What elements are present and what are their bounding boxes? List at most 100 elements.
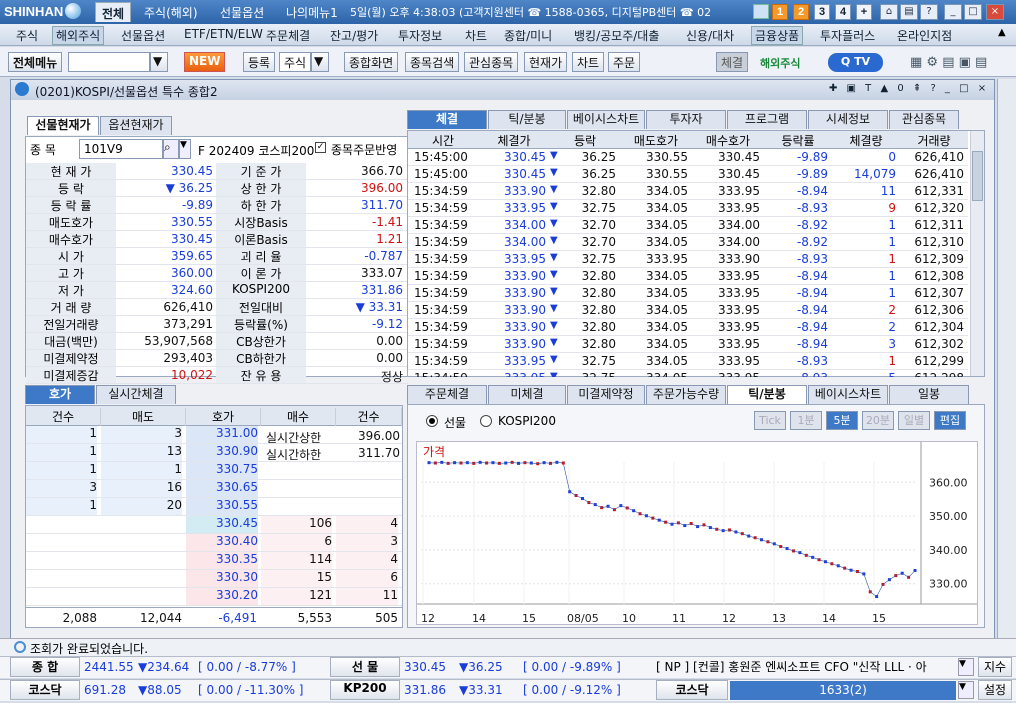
tab-chart-5[interactable]: 베이시스차트 [808, 385, 888, 404]
bid-row[interactable]: 330.45 106 4 [26, 516, 402, 534]
trade-row[interactable]: 15:34:59 333.95 32.75 ▼ 334.05 333.95 -8.93 9 61… [408, 200, 968, 217]
period-button-3[interactable]: 20분 [862, 411, 894, 430]
period-button-4[interactable]: 일별 [898, 411, 930, 430]
trade-row[interactable]: 15:34:59 333.95 32.75▼ 334.05 333.95 -8.93 5 61… [408, 370, 968, 377]
tab-futures-current[interactable]: 선물현재가 [27, 116, 99, 135]
screen-1-button[interactable]: 1 [772, 4, 788, 20]
menu-collapse-icon[interactable]: ▲ [998, 27, 1006, 38]
bid-row[interactable]: 330.35 114 4 [26, 552, 402, 570]
fill-button[interactable]: 체결 [716, 52, 749, 72]
settings-button[interactable]: 설정 [978, 680, 1012, 700]
integrated-screen-button[interactable]: 종합화면 [344, 52, 399, 72]
menu-futures-options[interactable]: 선물옵션 [121, 27, 165, 44]
index-button[interactable]: 지수 [978, 657, 1012, 677]
trade-row[interactable]: 15:34:59 333.90 32.80 ▼ 334.05 333.95 -8.94 3 61… [408, 336, 968, 353]
tab-right-4[interactable]: 프로그램 [727, 110, 807, 129]
menu-etf[interactable]: ETF/ETN/ELW [184, 27, 263, 41]
tab-chart-4[interactable]: 틱/분봉 [727, 385, 807, 404]
trade-row[interactable]: 15:45:00 330.45 36.25 ▼ 330.55 330.45 -9.89 0 62… [408, 149, 968, 166]
order-reflect-checkbox[interactable]: ✓ [315, 142, 326, 153]
search-icon[interactable]: ⌕ [163, 139, 179, 159]
tool-icons[interactable]: ▦ ⚙ ▤ ▣ ▤ [910, 55, 987, 70]
maximize-icon[interactable]: □ [964, 4, 982, 20]
tab-chart-1[interactable]: 미체결 [488, 385, 566, 404]
trade-row[interactable]: 15:34:59 333.90 32.80 ▼ 334.05 333.95 -8.94 2 61… [408, 302, 968, 319]
trade-row[interactable]: 15:34:59 333.95 32.75 ▼ 333.95 333.90 -8.93 1 61… [408, 251, 968, 268]
trade-row[interactable]: 15:34:59 333.90 32.80 ▼ 334.05 333.95 -8.94 1 61… [408, 268, 968, 285]
stock-dropdown-icon[interactable]: ▼ [311, 52, 329, 72]
stock-search-button[interactable]: 종목검색 [405, 52, 460, 72]
tab-right-3[interactable]: 투자자 [646, 110, 726, 129]
menu-overseas-stock[interactable]: 해외주식 [52, 26, 105, 45]
screen-2-button[interactable]: 2 [793, 4, 809, 20]
ticker-kp200-label[interactable]: KP200 [330, 680, 400, 700]
order-button[interactable]: 주문 [608, 52, 641, 72]
ticker-composite-label[interactable]: 종 합 [10, 657, 80, 677]
period-button-5[interactable]: 편집 [934, 411, 966, 430]
outer-scrollbar[interactable] [997, 79, 1016, 639]
tab-right-1[interactable]: 틱/분봉 [488, 110, 566, 129]
screen-4-button[interactable]: 4 [835, 4, 851, 20]
ask-row[interactable]: 3 16 330.65 [26, 480, 402, 498]
menu-financial-products[interactable]: 금융상품 [751, 26, 804, 45]
tab-futures-options[interactable]: 선물옵션 [214, 2, 270, 22]
tab-chart-3[interactable]: 주문가능수량 [646, 385, 726, 404]
ask-row[interactable]: 1 13 330.90 [26, 444, 402, 462]
ask-price[interactable]: 330.65 [186, 480, 258, 497]
menu-invest-plus[interactable]: 투자플러스 [820, 27, 875, 44]
ticker-futures-label[interactable]: 선 물 [330, 657, 400, 677]
trade-row[interactable]: 15:45:00 330.45 36.25 ▼ 330.55 330.45 -9.89 14,… [408, 166, 968, 183]
ask-price[interactable]: 330.90 [186, 444, 258, 461]
period-button-0[interactable]: Tick [754, 411, 786, 430]
close-icon[interactable]: × [986, 4, 1004, 20]
monitor-icon[interactable] [753, 4, 769, 19]
kospi200-radio[interactable] [480, 415, 492, 427]
tab-chart-2[interactable]: 미결제약정 [567, 385, 645, 404]
tab-orderbook[interactable]: 호가 [25, 385, 95, 404]
menu-invest-info[interactable]: 투자정보 [398, 27, 442, 44]
menu-chart[interactable]: 차트 [465, 27, 487, 44]
menu-stock[interactable]: 주식 [16, 27, 38, 44]
ticker-kosdaq2-label[interactable]: 코스닥 [656, 680, 728, 700]
menu-balance[interactable]: 잔고/평가 [330, 27, 378, 44]
trade-row[interactable]: 15:34:59 333.90 32.80 ▼ 334.05 333.95 -8.94 2 61… [408, 319, 968, 336]
screen-add-button[interactable]: + [856, 4, 872, 20]
ask-row[interactable]: 1 3 331.00 [26, 426, 402, 444]
code-input[interactable]: 101V9 [79, 139, 163, 159]
bid-row[interactable]: 330.20 121 11 [26, 588, 402, 606]
bid-row[interactable]: 330.40 6 3 [26, 534, 402, 552]
print-icon[interactable]: ▤ [900, 4, 918, 20]
bid-price[interactable]: 330.45 [186, 516, 258, 533]
ask-row[interactable]: 1 1 330.75 [26, 462, 402, 480]
tab-stock-overseas[interactable]: 주식(해외) [138, 2, 204, 22]
bid-price[interactable]: 330.20 [186, 588, 258, 605]
overseas-stock-link[interactable]: 해외주식 [760, 55, 800, 71]
tv-icon[interactable]: Q TV [828, 53, 883, 72]
tab-my-menu[interactable]: 나의메뉴1 [280, 2, 344, 22]
menu-banking[interactable]: 뱅킹/공모주/대출 [574, 27, 659, 44]
tab-options-current[interactable]: 옵션현재가 [100, 116, 172, 135]
trades-scrollbar[interactable] [970, 131, 984, 376]
menu-search-input[interactable] [68, 52, 150, 72]
current-price-button[interactable]: 현재가 [524, 52, 568, 72]
tab-chart-6[interactable]: 일봉 [889, 385, 969, 404]
bid-row[interactable]: 330.30 15 6 [26, 570, 402, 588]
bid-price[interactable]: 330.40 [186, 534, 258, 551]
tab-right-2[interactable]: 베이시스차트 [567, 110, 645, 129]
tab-chart-0[interactable]: 주문체결 [407, 385, 487, 404]
tab-all[interactable]: 전체 [95, 2, 132, 22]
tab-right-0[interactable]: 체결 [407, 110, 487, 129]
bid-price[interactable]: 330.30 [186, 570, 258, 587]
trade-row[interactable]: 15:34:59 333.90 32.80 ▼ 334.05 333.95 -8.94 1 61… [408, 285, 968, 302]
trade-row[interactable]: 15:34:59 334.00 32.70 ▼ 334.05 334.00 -8.92 1 61… [408, 217, 968, 234]
menu-summary[interactable]: 종합/미니 [504, 27, 552, 44]
chart-button[interactable]: 차트 [572, 52, 605, 72]
ticker2-dropdown-icon[interactable]: ▼ [958, 681, 974, 699]
news-ticker[interactable]: [ NP ] [컨콜] 홍원준 엔씨소프트 CFO "신작 LLL · 아 [656, 657, 956, 678]
period-button-2[interactable]: 5분 [826, 411, 858, 430]
news-dropdown-icon[interactable]: ▼ [958, 658, 974, 676]
ask-row[interactable]: 1 20 330.55 [26, 498, 402, 516]
tab-right-5[interactable]: 시세정보 [808, 110, 888, 129]
ticker-kosdaq-label[interactable]: 코스닥 [10, 680, 80, 700]
minimize-icon[interactable]: _ [944, 4, 962, 20]
